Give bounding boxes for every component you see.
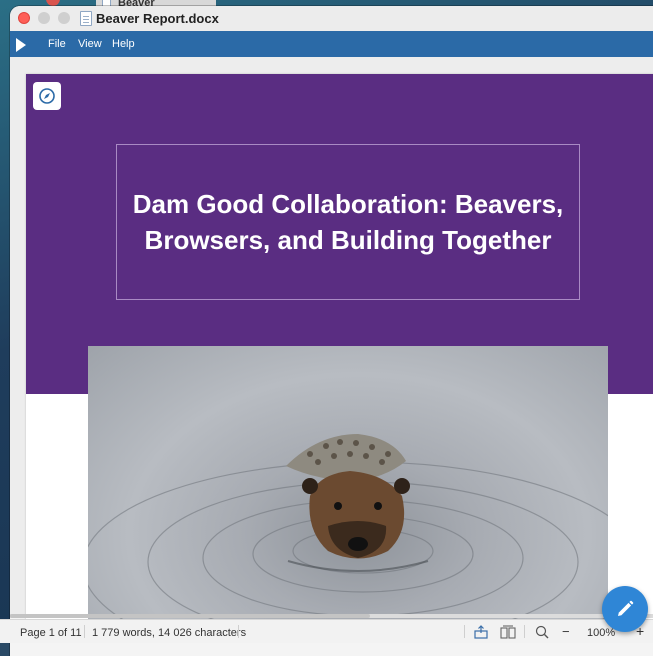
- app-logo-icon[interactable]: [16, 38, 26, 52]
- horizontal-scrollbar[interactable]: [10, 614, 653, 618]
- page-indicator: Page 1 of 11: [20, 627, 82, 639]
- close-button[interactable]: [18, 12, 30, 24]
- menu-bar: File View Help: [10, 31, 653, 57]
- divider: [524, 625, 525, 638]
- title-frame: Dam Good Collaboration: Beavers, Browser…: [116, 144, 580, 300]
- single-page-view-icon[interactable]: [474, 625, 488, 639]
- compass-icon: [39, 88, 55, 104]
- divider: [238, 625, 239, 638]
- menu-help[interactable]: Help: [112, 38, 135, 50]
- app-window: Beaver Report.docx File View Help Dam Go…: [10, 6, 653, 656]
- navigator-button[interactable]: [33, 82, 61, 110]
- multi-page-view-icon[interactable]: [500, 625, 516, 639]
- scrollbar-thumb[interactable]: [10, 614, 370, 618]
- document-area[interactable]: Dam Good Collaboration: Beavers, Browser…: [10, 57, 653, 636]
- document-icon: [80, 11, 92, 26]
- beaver-image: [88, 434, 608, 636]
- zoom-out-button[interactable]: −: [562, 624, 570, 639]
- status-bar: Page 1 of 11 1 779 words, 14 026 charact…: [0, 619, 653, 643]
- menu-view[interactable]: View: [78, 38, 102, 50]
- divider: [84, 625, 85, 638]
- divider: [464, 625, 465, 638]
- window-title: Beaver Report.docx: [96, 11, 219, 26]
- document-page[interactable]: Dam Good Collaboration: Beavers, Browser…: [26, 74, 653, 636]
- pencil-icon: [618, 600, 634, 616]
- minimize-button[interactable]: [38, 12, 50, 24]
- maximize-button[interactable]: [58, 12, 70, 24]
- edit-button[interactable]: [602, 586, 648, 632]
- zoom-level[interactable]: 100%: [587, 627, 615, 639]
- title-bar: Beaver Report.docx: [10, 6, 653, 32]
- beaver-photo[interactable]: [88, 346, 608, 636]
- word-count: 1 779 words, 14 026 characters: [92, 627, 247, 639]
- zoom-fit-icon[interactable]: [535, 625, 549, 639]
- menu-file[interactable]: File: [48, 38, 66, 50]
- document-title: Dam Good Collaboration: Beavers, Browser…: [132, 189, 564, 255]
